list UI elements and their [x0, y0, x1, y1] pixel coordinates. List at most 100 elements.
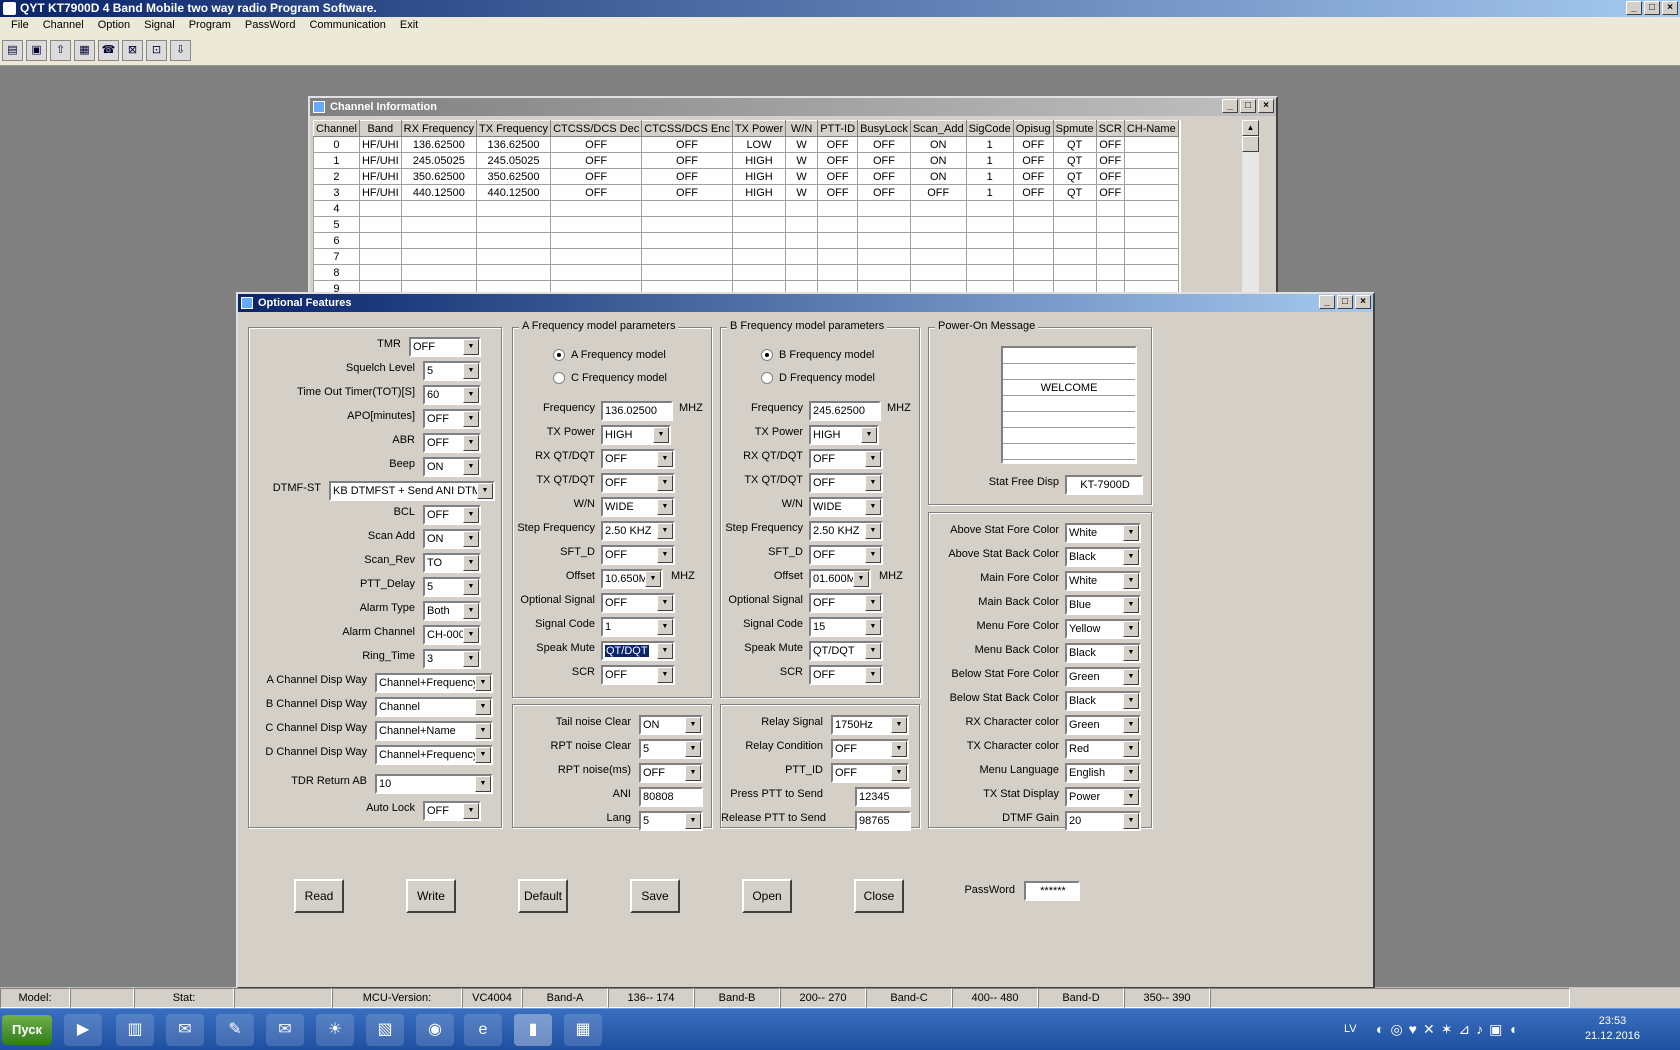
chevron-down-icon[interactable]: ▼: [657, 619, 673, 635]
table-cell[interactable]: OFF: [550, 168, 643, 185]
table-cell[interactable]: [358, 248, 402, 265]
table-row[interactable]: 4: [313, 200, 1179, 217]
column-header[interactable]: CTCSS/DCS Dec: [550, 120, 643, 137]
control-panel-icon[interactable]: ▦: [564, 1014, 602, 1046]
menu-signal[interactable]: Signal: [137, 17, 182, 36]
table-cell[interactable]: [1052, 216, 1097, 233]
save-icon[interactable]: ▣: [26, 40, 47, 61]
dtmf-st-select[interactable]: KB DTMFST + Send ANI DTM ▼: [329, 481, 495, 501]
table-cell[interactable]: [785, 248, 819, 265]
chevron-down-icon[interactable]: ▼: [463, 579, 479, 595]
menu-fore-color-select[interactable]: Yellow ▼: [1065, 619, 1141, 639]
table-cell[interactable]: OFF: [550, 184, 643, 201]
chevron-down-icon[interactable]: ▼: [463, 411, 479, 427]
w-n-select[interactable]: WIDE ▼: [809, 497, 883, 517]
offset-select[interactable]: 01.600M ▼: [809, 569, 871, 589]
table-cell[interactable]: OFF: [817, 152, 859, 169]
chevron-down-icon[interactable]: ▼: [463, 803, 479, 819]
table-cell[interactable]: [475, 216, 552, 233]
table-cell[interactable]: [641, 264, 733, 281]
scr-select[interactable]: OFF ▼: [809, 665, 883, 685]
a-model-radio-1[interactable]: A Frequency model: [551, 348, 666, 362]
table-cell[interactable]: [641, 216, 733, 233]
ptt-delay-select[interactable]: 5 ▼: [423, 577, 481, 597]
chevron-down-icon[interactable]: ▼: [463, 507, 479, 523]
table-cell[interactable]: [1012, 232, 1054, 249]
chevron-down-icon[interactable]: ▼: [463, 459, 479, 475]
chevron-down-icon[interactable]: ▼: [463, 435, 479, 451]
column-header[interactable]: Opisug: [1012, 120, 1054, 137]
chevron-down-icon[interactable]: ▼: [1123, 549, 1139, 565]
chevron-down-icon[interactable]: ▼: [463, 627, 479, 643]
table-cell[interactable]: OFF: [909, 184, 967, 201]
chevron-down-icon[interactable]: ▼: [1123, 597, 1139, 613]
table-cell[interactable]: [909, 216, 967, 233]
signal-code-select[interactable]: 15 ▼: [809, 617, 883, 637]
table-cell[interactable]: OFF: [817, 168, 859, 185]
chevron-down-icon[interactable]: ▼: [865, 547, 881, 563]
table-cell[interactable]: OFF: [1012, 184, 1054, 201]
save-button[interactable]: Save: [630, 879, 680, 913]
password-input[interactable]: ******: [1024, 881, 1080, 901]
table-cell[interactable]: [965, 232, 1014, 249]
table-cell[interactable]: [857, 200, 911, 217]
offset-select[interactable]: 10.650M ▼: [601, 569, 663, 589]
table-cell[interactable]: [731, 264, 787, 281]
chevron-down-icon[interactable]: ▼: [463, 603, 479, 619]
ring-time-select[interactable]: 3 ▼: [423, 649, 481, 669]
channel-icon[interactable]: ▦: [74, 40, 95, 61]
table-cell[interactable]: OFF: [1012, 136, 1054, 153]
chevron-down-icon[interactable]: ▼: [475, 699, 491, 715]
table-cell[interactable]: [550, 232, 643, 249]
signal-code-select[interactable]: 1 ▼: [601, 617, 675, 637]
table-cell[interactable]: [731, 200, 787, 217]
table-cell[interactable]: [1012, 200, 1054, 217]
scr-select[interactable]: OFF ▼: [601, 665, 675, 685]
table-cell[interactable]: [817, 200, 859, 217]
table-cell[interactable]: W: [785, 184, 819, 201]
table-cell[interactable]: [1052, 264, 1097, 281]
table-cell[interactable]: [400, 216, 477, 233]
chevron-down-icon[interactable]: ▼: [1123, 645, 1139, 661]
table-cell[interactable]: W: [785, 168, 819, 185]
table-cell[interactable]: [817, 264, 859, 281]
open-icon[interactable]: ⇧: [50, 40, 71, 61]
chevron-down-icon[interactable]: ▼: [475, 675, 491, 691]
chevron-down-icon[interactable]: ▼: [1123, 525, 1139, 541]
table-cell[interactable]: [1095, 248, 1125, 265]
message-line[interactable]: WELCOME: [1003, 380, 1135, 396]
chevron-down-icon[interactable]: ▼: [891, 741, 907, 757]
scroll-thumb[interactable]: [1242, 136, 1259, 152]
table-cell[interactable]: [1095, 264, 1125, 281]
a-model-radio-2[interactable]: C Frequency model: [551, 371, 667, 385]
table-cell[interactable]: [909, 264, 967, 281]
table-cell[interactable]: OFF: [817, 136, 859, 153]
table-cell[interactable]: OFF: [857, 168, 911, 185]
write-icon[interactable]: ⊡: [146, 40, 167, 61]
language-indicator[interactable]: LV: [1344, 1023, 1357, 1035]
chevron-down-icon[interactable]: ▼: [865, 667, 881, 683]
stat-free-disp-input[interactable]: KT-7900D: [1065, 475, 1143, 495]
chevron-down-icon[interactable]: ▼: [463, 339, 479, 355]
column-header[interactable]: CH-Name: [1123, 120, 1179, 137]
table-row[interactable]: 1 HF/UHI 245.05025 245.05025 OFF OFF HIGH W OFF O…: [313, 152, 1179, 169]
table-cell[interactable]: HIGH: [731, 168, 787, 185]
rpt-noise-clear-select[interactable]: 5 ▼: [639, 739, 703, 759]
power-on-message-box[interactable]: WELCOME: [1001, 346, 1137, 464]
message-line[interactable]: [1003, 444, 1135, 460]
table-cell[interactable]: [1052, 232, 1097, 249]
table-cell[interactable]: [1095, 200, 1125, 217]
chevron-down-icon[interactable]: ▼: [657, 523, 673, 539]
table-cell[interactable]: LOW: [731, 136, 787, 153]
table-cell[interactable]: [965, 200, 1014, 217]
table-cell[interactable]: QT: [1052, 136, 1097, 153]
chevron-down-icon[interactable]: ▼: [865, 595, 881, 611]
table-cell[interactable]: [1012, 248, 1054, 265]
table-cell[interactable]: [731, 232, 787, 249]
table-cell[interactable]: [400, 232, 477, 249]
menu-option[interactable]: Option: [91, 17, 137, 36]
speak-mute-select[interactable]: QT/DQT ▼: [809, 641, 883, 661]
a-channel-disp-way-select[interactable]: Channel+Frequency ▼: [375, 673, 493, 693]
column-header[interactable]: Channel: [313, 120, 360, 137]
media-player-icon[interactable]: ▶: [64, 1014, 102, 1046]
